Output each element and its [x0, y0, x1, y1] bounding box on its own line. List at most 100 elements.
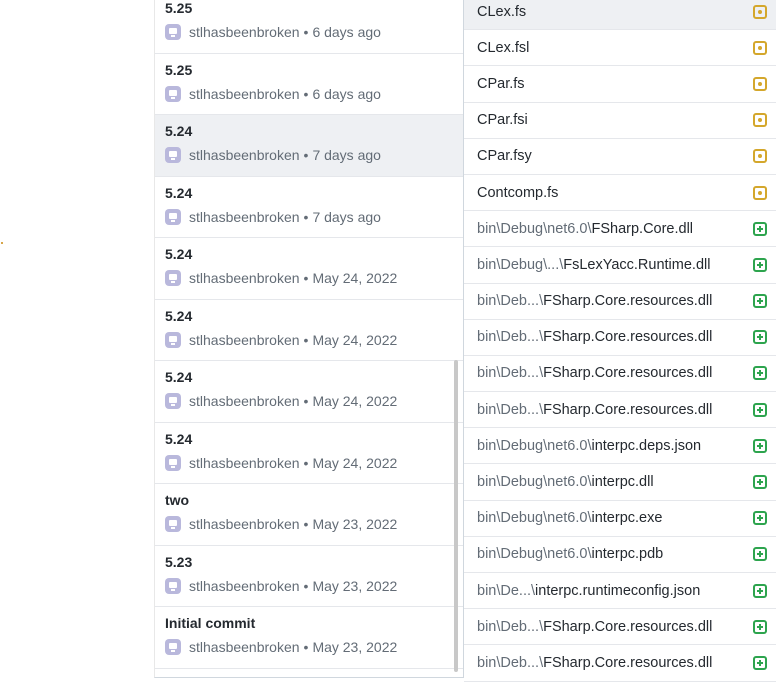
file-directory: bin\Deb...\ — [477, 293, 544, 310]
commit-message: 5.24 — [165, 307, 193, 324]
commit-meta: stlhasbeenbroken • May 24, 2022 — [165, 452, 464, 474]
file-directory: bin\Debug\net6.0\ — [477, 474, 592, 491]
file-modified-icon — [753, 4, 767, 19]
changed-file-row[interactable]: bin\Deb...\FSharp.Core.resources.dll — [464, 320, 776, 356]
file-name: FSharp.Core.resources.dll — [543, 654, 713, 671]
changed-file-row[interactable]: CPar.fs — [464, 66, 776, 103]
changed-file-row[interactable]: bin\Debug\net6.0\FSharp.Core.dll — [464, 211, 776, 248]
changed-file-row[interactable]: CLex.fsl — [464, 30, 776, 67]
file-name: interpc.runtimeconfig.json — [535, 582, 701, 599]
file-name: FSharp.Core.resources.dll — [543, 401, 713, 418]
commit-row[interactable]: 5.24 stlhasbeenbroken • 7 days ago — [155, 177, 464, 238]
commit-meta: stlhasbeenbroken • May 23, 2022 — [165, 636, 464, 658]
commit-message: two — [165, 492, 190, 508]
changed-file-row[interactable]: bin\Debug\net6.0\interpc.deps.json — [464, 428, 776, 465]
avatar-icon — [165, 393, 181, 409]
file-path: bin\Debug\net6.0\FSharp.Core.dll — [477, 221, 753, 237]
file-name: FSharp.Core.resources.dll — [543, 618, 713, 635]
commit-row[interactable]: 5.24 stlhasbeenbroken • May 24, 2022 — [155, 423, 464, 484]
file-added-icon — [753, 402, 767, 417]
file-name: interpc.exe — [591, 510, 663, 527]
file-modified-icon — [753, 76, 767, 91]
file-added-icon — [753, 655, 767, 670]
file-name: CPar.fs — [477, 75, 525, 92]
file-path: bin\Deb...\FSharp.Core.resources.dll — [477, 329, 753, 345]
file-path: bin\Deb...\FSharp.Core.resources.dll — [477, 619, 753, 635]
file-directory: bin\Deb...\ — [477, 401, 544, 418]
file-directory: bin\Deb...\ — [477, 618, 544, 635]
meta-separator: • — [303, 516, 309, 532]
file-directory: bin\Debug\net6.0\ — [477, 437, 592, 454]
meta-separator: • — [303, 639, 309, 655]
commit-row[interactable]: two stlhasbeenbroken • May 23, 2022 — [155, 484, 464, 546]
commit-author: stlhasbeenbroken — [189, 639, 300, 655]
commit-row[interactable]: 5.24 stlhasbeenbroken • May 24, 2022 — [155, 361, 464, 423]
avatar-icon — [165, 331, 181, 348]
commit-history-list: 5.25 stlhasbeenbroken • 6 days ago 5.25 … — [154, 0, 464, 678]
changed-file-row[interactable]: CPar.fsi — [464, 103, 776, 139]
file-modified-icon — [753, 185, 767, 200]
commit-row[interactable]: Initial commit stlhasbeenbroken • May 23… — [155, 607, 464, 669]
file-name: FSharp.Core.resources.dll — [543, 365, 713, 382]
commit-author: stlhasbeenbroken — [189, 516, 300, 532]
commit-row[interactable]: 5.24 stlhasbeenbroken • May 24, 2022 — [155, 300, 464, 361]
changed-file-row[interactable]: bin\Deb...\FSharp.Core.resources.dll — [464, 284, 776, 320]
commit-author: stlhasbeenbroken — [189, 147, 300, 163]
file-path: bin\Deb...\FSharp.Core.resources.dll — [477, 365, 753, 381]
commit-author: stlhasbeenbroken — [189, 577, 300, 594]
file-name: CLex.fsl — [477, 39, 530, 56]
avatar-icon — [165, 24, 181, 40]
file-path: bin\Debug\...\FsLexYacc.Runtime.dll — [477, 257, 753, 273]
commit-row[interactable]: 5.23 stlhasbeenbroken • May 23, 2022 — [155, 546, 464, 607]
changed-file-row[interactable]: bin\Debug\...\FsLexYacc.Runtime.dll — [464, 247, 776, 284]
file-directory: bin\Debug\net6.0\ — [477, 220, 592, 237]
file-path: bin\Deb...\FSharp.Core.resources.dll — [477, 402, 753, 418]
file-added-icon — [753, 330, 767, 345]
meta-separator: • — [303, 208, 309, 225]
commit-date: 7 days ago — [312, 147, 381, 163]
commit-date: May 24, 2022 — [312, 393, 398, 409]
file-directory: bin\Debug\net6.0\ — [477, 510, 592, 527]
commit-meta: stlhasbeenbroken • 7 days ago — [165, 206, 464, 228]
meta-separator: • — [303, 147, 309, 163]
changed-files-list: CLex.fs CLex.fsl CPar.fs CPar.fsi CPar.f… — [463, 0, 776, 682]
file-modified-icon — [753, 40, 767, 55]
commit-row[interactable]: 5.24 stlhasbeenbroken • 7 days ago — [155, 115, 464, 177]
commit-author: stlhasbeenbroken — [189, 85, 300, 102]
changed-file-row[interactable]: bin\Debug\net6.0\interpc.dll — [464, 464, 776, 501]
file-path: CPar.fsi — [477, 112, 753, 128]
file-added-icon — [753, 438, 767, 453]
commit-message: 5.23 — [165, 553, 193, 570]
commit-list-scrollbar[interactable] — [454, 360, 458, 672]
file-added-icon — [753, 294, 767, 309]
avatar-icon — [165, 270, 181, 286]
file-directory: bin\Debug\...\ — [477, 256, 564, 273]
commit-row[interactable]: 5.25 stlhasbeenbroken • 6 days ago — [155, 54, 464, 115]
changed-file-row[interactable]: bin\Debug\net6.0\interpc.pdb — [464, 537, 776, 573]
changed-file-row[interactable]: bin\Deb...\FSharp.Core.resources.dll — [464, 356, 776, 393]
commit-row[interactable]: 5.24 stlhasbeenbroken • May 24, 2022 — [155, 238, 464, 300]
commit-meta: stlhasbeenbroken • May 24, 2022 — [165, 390, 464, 412]
file-name: interpc.pdb — [591, 546, 664, 563]
changed-file-row[interactable]: CLex.fs — [464, 0, 776, 31]
changed-file-row[interactable]: bin\Deb...\FSharp.Core.resources.dll — [464, 645, 776, 682]
file-name: CLex.fs — [477, 3, 527, 20]
changed-file-row[interactable]: bin\De...\interpc.runtimeconfig.json — [464, 573, 776, 610]
changed-file-row[interactable]: bin\Debug\net6.0\interpc.exe — [464, 501, 776, 537]
file-name: interpc.deps.json — [591, 437, 702, 454]
meta-separator: • — [303, 454, 309, 471]
meta-separator: • — [303, 24, 309, 40]
commit-author: stlhasbeenbroken — [189, 393, 300, 409]
commit-row[interactable]: 5.25 stlhasbeenbroken • 6 days ago — [155, 0, 464, 54]
changed-file-row[interactable]: bin\Deb...\FSharp.Core.resources.dll — [464, 392, 776, 429]
file-path: bin\Debug\net6.0\interpc.pdb — [477, 546, 753, 562]
changed-file-row[interactable]: Contcomp.fs — [464, 175, 776, 212]
file-modified-icon — [753, 113, 767, 128]
avatar-icon — [165, 454, 181, 471]
file-path: bin\Deb...\FSharp.Core.resources.dll — [477, 293, 753, 309]
commit-message: 5.25 — [165, 0, 193, 16]
changed-file-row[interactable]: bin\Deb...\FSharp.Core.resources.dll — [464, 609, 776, 646]
changed-file-row[interactable]: CPar.fsy — [464, 139, 776, 175]
commit-date: May 24, 2022 — [312, 454, 398, 471]
file-directory: bin\De...\ — [477, 582, 536, 599]
